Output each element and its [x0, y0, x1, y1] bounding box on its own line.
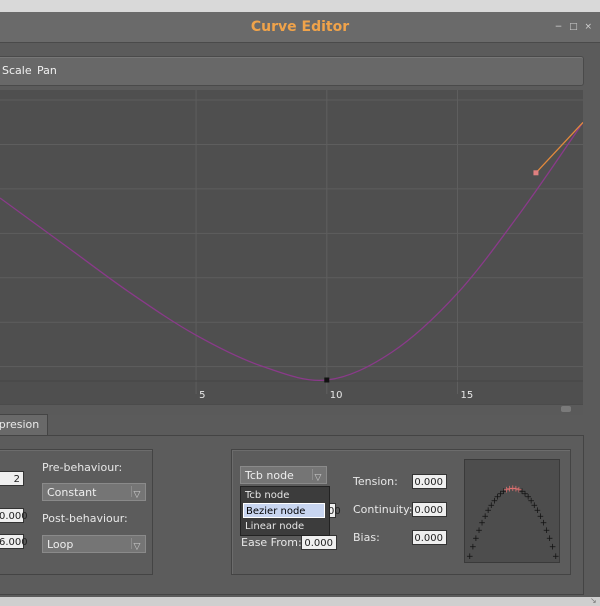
chevron-down-icon: ▽	[131, 486, 142, 500]
title-bar: Curve Editor − □ ×	[0, 12, 600, 43]
node-type-select[interactable]: Tcb node ▽	[240, 466, 327, 484]
post-behaviour-label: Post-behaviour:	[42, 512, 128, 525]
resize-grip-icon[interactable]: ↘	[590, 596, 600, 606]
x-tick-label: 15	[461, 390, 474, 401]
toolbar: Scale Pan	[0, 56, 584, 86]
bias-label: Bias:	[353, 531, 380, 544]
range-field-3[interactable]: 6.000	[0, 534, 28, 549]
node-type-value: Tcb node	[245, 469, 294, 482]
chevron-down-icon: ▽	[312, 469, 323, 483]
window-controls-icon[interactable]: − □ ×	[555, 22, 594, 32]
option-bezier-node[interactable]: Bezier node	[243, 503, 325, 518]
scale-button[interactable]: Scale	[2, 64, 32, 77]
continuity-field[interactable]: 0.000	[412, 502, 447, 517]
top-strip	[0, 0, 600, 12]
node-type-dropdown: Tcb node Bezier node Linear node	[240, 486, 330, 536]
scrollbar-thumb[interactable]	[561, 406, 571, 412]
chevron-down-icon: ▽	[131, 538, 142, 552]
range-field-1[interactable]: 2	[0, 471, 24, 486]
ease-from-label: Ease From:	[241, 536, 302, 549]
keyframe-point	[533, 170, 539, 176]
curve-plot[interactable]: 5 10 15	[0, 90, 584, 404]
status-bar: ↘	[0, 596, 600, 606]
tension-label: Tension:	[353, 475, 398, 488]
bias-field[interactable]: 0.000	[412, 530, 447, 545]
x-tick-label: 10	[330, 390, 343, 401]
curve-series-line	[0, 122, 584, 382]
curve-graph[interactable]: 5 10 15	[0, 90, 584, 404]
option-linear-node[interactable]: Linear node	[243, 519, 327, 534]
pre-behaviour-value: Constant	[47, 486, 97, 499]
tab-bar: presion	[0, 414, 600, 436]
tcb-preview-plot: +++++++++++++++++++++++++++++	[466, 484, 560, 562]
curve-accent-segment	[535, 121, 584, 174]
window-title: Curve Editor	[250, 19, 350, 35]
tab-expression[interactable]: presion	[0, 414, 48, 435]
pre-behaviour-label: Pre-behaviour:	[42, 461, 123, 474]
preview-cross-mark: +	[469, 543, 477, 553]
continuity-label: Continuity:	[353, 503, 413, 516]
tension-field[interactable]: 0.000	[412, 474, 447, 489]
range-field-2[interactable]: 0.000	[0, 508, 28, 523]
preview-cross-mark: +	[552, 552, 559, 562]
post-behaviour-select[interactable]: Loop ▽	[42, 535, 146, 553]
post-behaviour-value: Loop	[47, 538, 74, 551]
keyframe-point	[324, 377, 330, 383]
tcb-preview: + + + + + + + + + + + + + + + + + + + + + + + + + + + + +	[464, 459, 560, 563]
pan-button[interactable]: Pan	[37, 64, 57, 77]
preview-cross-mark: +	[466, 552, 474, 562]
pre-behaviour-select[interactable]: Constant ▽	[42, 483, 146, 501]
x-tick-label: 5	[199, 390, 205, 401]
ease-from-field[interactable]: 0.000	[301, 535, 337, 550]
option-tcb-node[interactable]: Tcb node	[243, 488, 327, 503]
